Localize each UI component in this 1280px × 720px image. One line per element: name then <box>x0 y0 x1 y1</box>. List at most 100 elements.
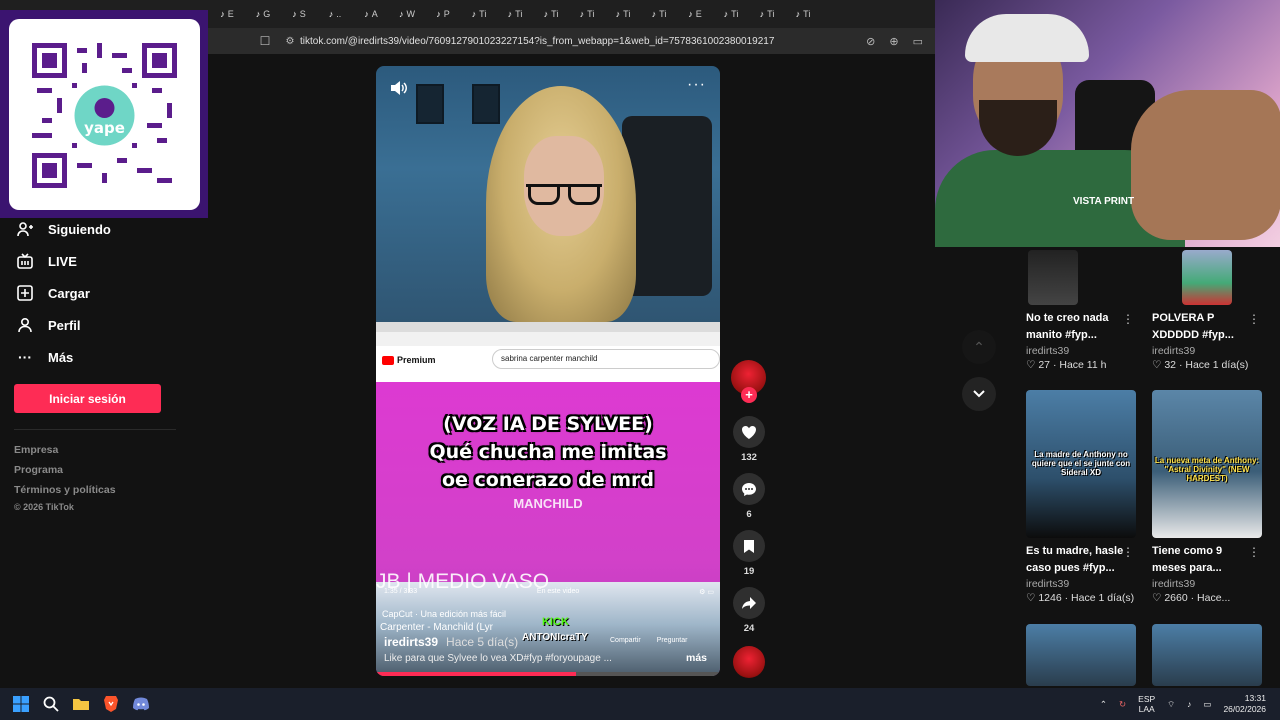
music-disc-avatar[interactable] <box>733 646 765 678</box>
login-button[interactable]: Iniciar sesión <box>14 384 161 413</box>
video-title[interactable]: No te creo nada manito #fyp... <box>1026 310 1126 344</box>
brave-browser-icon[interactable] <box>96 689 126 719</box>
browser-tab[interactable]: ♪ A <box>354 3 388 25</box>
related-video-card[interactable] <box>1152 624 1264 686</box>
related-video-card[interactable]: La nueva meta de Anthony: "Astral Divini… <box>1152 390 1264 604</box>
kebab-menu-icon[interactable]: ⋮ <box>1248 312 1260 326</box>
share-action[interactable]: 24 <box>733 587 765 634</box>
lyric-subtitle: MANCHILD <box>513 496 583 511</box>
tiktok-favicon-icon: ♪ <box>328 9 334 19</box>
video-user[interactable]: iredirts39 <box>1152 345 1264 357</box>
wifi-icon[interactable]: ⌔ <box>1167 699 1175 710</box>
save-action[interactable]: 19 <box>733 530 765 577</box>
cast-icon[interactable]: ▭ <box>913 35 923 48</box>
browser-tab[interactable]: ♪ S <box>282 3 316 25</box>
language-indicator[interactable]: ESP LAA <box>1138 694 1155 714</box>
footer-link-terms[interactable]: Términos y políticas <box>14 484 116 496</box>
footer-link-program[interactable]: Programa <box>14 464 63 476</box>
tiktok-favicon-icon: ♪ <box>507 9 513 19</box>
sidebar-item-live[interactable]: LIVE <box>16 252 77 270</box>
yt-action-buttons: Compartir Preguntar <box>610 637 687 644</box>
video-author[interactable]: iredirts39 Hace 5 día(s) <box>384 635 518 649</box>
video-thumbnail[interactable]: La nueva meta de Anthony: "Astral Divini… <box>1152 390 1262 538</box>
sidebar-item-following[interactable]: Siguiendo <box>16 220 111 238</box>
video-thumbnail[interactable] <box>1152 624 1262 686</box>
tiktok-favicon-icon: ♪ <box>543 9 549 19</box>
sync-icon[interactable]: ↻ <box>1119 699 1126 710</box>
bookmark-icon[interactable] <box>733 530 765 562</box>
poster <box>416 84 444 124</box>
browser-tab[interactable]: ♪ Ti <box>570 3 604 25</box>
browser-tab[interactable]: ♪ Ti <box>534 3 568 25</box>
video-progress-bar[interactable] <box>376 672 720 676</box>
volume-icon[interactable]: ♪ <box>1187 699 1191 709</box>
video-player[interactable]: ··· Premium sabrina carpenter manchild (… <box>376 66 720 676</box>
tiktok-favicon-icon: ♪ <box>579 9 585 19</box>
more-options-icon[interactable]: ··· <box>687 76 706 94</box>
video-age: Hace... <box>1197 592 1231 604</box>
share-icon[interactable] <box>733 587 765 619</box>
video-thumbnail[interactable] <box>1182 250 1232 305</box>
browser-tab[interactable]: ♪ Ti <box>750 3 784 25</box>
video-user[interactable]: iredirts39 <box>1026 345 1138 357</box>
footer-link-company[interactable]: Empresa <box>14 444 58 456</box>
browser-tab[interactable]: ♪.. <box>318 3 352 25</box>
heart-icon[interactable] <box>733 416 765 448</box>
video-title[interactable]: Tiene como 9 meses para... <box>1152 543 1252 577</box>
browser-tab[interactable]: ♪ Ti <box>462 3 496 25</box>
discord-icon[interactable] <box>126 689 156 719</box>
related-video-card[interactable]: ⋮ POLVERA P XDDDDD #fyp... iredirts39 ♡ … <box>1152 250 1264 371</box>
video-user[interactable]: iredirts39 <box>1152 578 1264 590</box>
browser-tab[interactable]: ♪ Ti <box>786 3 820 25</box>
video-thumbnail[interactable] <box>1028 250 1078 305</box>
sidebar-item-more[interactable]: ··· Más <box>16 348 73 366</box>
video-thumbnail[interactable] <box>1026 624 1136 686</box>
comment-action[interactable]: 6 <box>733 473 765 520</box>
kebab-menu-icon[interactable]: ⋮ <box>1122 545 1134 559</box>
more-link[interactable]: más <box>686 652 707 664</box>
zoom-icon[interactable]: ⊕ <box>889 35 898 48</box>
related-video-card[interactable] <box>1026 624 1138 686</box>
related-video-card[interactable]: La madre de Anthony no quiere que el se … <box>1026 390 1138 604</box>
translate-icon[interactable]: ⊘ <box>866 35 875 48</box>
tab-label: Ti <box>479 9 487 19</box>
kebab-menu-icon[interactable]: ⋮ <box>1122 312 1134 326</box>
browser-tab[interactable]: ♪ Ti <box>498 3 532 25</box>
author-name[interactable]: iredirts39 <box>384 635 438 649</box>
browser-tab[interactable]: ♪ W <box>390 3 424 25</box>
browser-tab[interactable]: ♪ G <box>246 3 280 25</box>
video-title[interactable]: POLVERA P XDDDDD #fyp... <box>1152 310 1252 344</box>
volume-icon[interactable] <box>390 80 408 101</box>
browser-tab[interactable]: ♪ E <box>210 3 244 25</box>
chevron-up-icon[interactable]: ⌃ <box>1100 699 1107 710</box>
sidebar-item-label: Cargar <box>48 285 90 301</box>
browser-tab[interactable]: ♪ Ti <box>642 3 676 25</box>
battery-icon[interactable]: ▭ <box>1203 699 1211 710</box>
video-thumbnail[interactable]: La madre de Anthony no quiere que el se … <box>1026 390 1136 538</box>
file-explorer-icon[interactable] <box>66 689 96 719</box>
video-user[interactable]: iredirts39 <box>1026 578 1138 590</box>
browser-tab[interactable]: ♪ P <box>426 3 460 25</box>
yt-ask-label: Preguntar <box>656 637 688 644</box>
follow-button[interactable]: + <box>741 387 757 403</box>
comment-icon[interactable] <box>733 473 765 505</box>
previous-video-button[interactable]: ⌃ <box>962 330 996 364</box>
browser-tab[interactable]: ♪ Ti <box>606 3 640 25</box>
video-meta: ♡ 1246 · Hace 1 día(s) <box>1026 592 1135 604</box>
windows-start-icon[interactable] <box>6 689 36 719</box>
related-video-card[interactable]: ⋮ No te creo nada manito #fyp... iredirt… <box>1026 250 1138 371</box>
bookmark-icon[interactable]: ☐ <box>250 34 280 48</box>
browser-tab[interactable]: ♪ E <box>678 3 712 25</box>
clock[interactable]: 13:31 26/02/2026 <box>1223 693 1266 715</box>
kebab-menu-icon[interactable]: ⋮ <box>1248 545 1260 559</box>
sidebar-item-profile[interactable]: Perfil <box>16 316 81 334</box>
site-info-icon[interactable]: ⚙ <box>280 36 300 47</box>
video-title[interactable]: Es tu madre, hasle caso pues #fyp... <box>1026 543 1126 577</box>
sidebar-item-upload[interactable]: Cargar <box>16 284 90 302</box>
search-icon[interactable] <box>36 689 66 719</box>
tab-label: P <box>443 9 450 19</box>
browser-tab[interactable]: ♪ Ti <box>714 3 748 25</box>
like-action[interactable]: 132 <box>733 416 765 463</box>
url-field[interactable]: tiktok.com/@iredirts39/video/76091279010… <box>300 36 866 47</box>
next-video-button[interactable] <box>962 377 996 411</box>
